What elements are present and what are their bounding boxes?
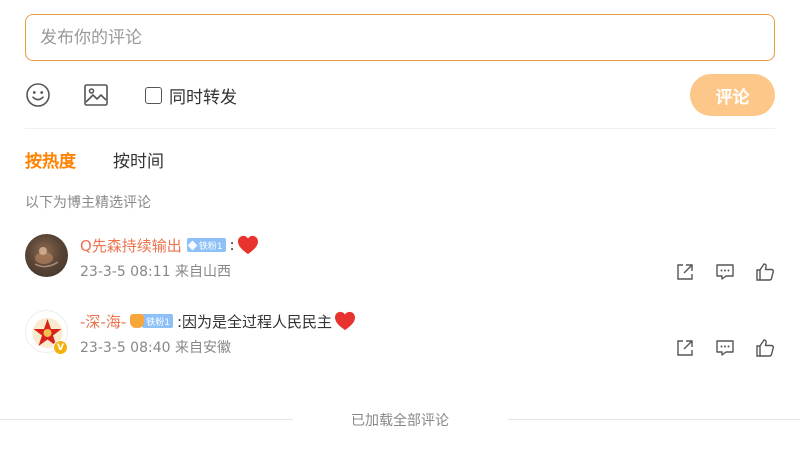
avatar-image-icon xyxy=(34,247,59,268)
comment-meta: 23-3-5 08:11 来自山西 xyxy=(80,264,231,280)
like-icon[interactable] xyxy=(755,262,775,282)
tab-sort-by-time[interactable]: 按时间 xyxy=(113,147,164,172)
comment-meta: 23-3-5 08:40 来自安徽 xyxy=(80,340,231,356)
tab-sort-by-hot[interactable]: 按热度 xyxy=(25,147,76,172)
share-icon[interactable] xyxy=(675,338,695,358)
avatar[interactable] xyxy=(25,234,68,277)
comment-username[interactable]: -深-海- xyxy=(80,311,126,332)
diamond-icon xyxy=(187,240,198,250)
repost-checkbox[interactable] xyxy=(145,87,162,104)
fan-badge-label: 铁粉1 xyxy=(142,314,173,328)
heart-icon xyxy=(237,235,258,255)
comment-text: :因为是全过程人民民主 xyxy=(176,312,333,331)
divider xyxy=(25,128,775,129)
fan-badge-label: 铁粉1 xyxy=(198,241,223,252)
comment-actions xyxy=(675,262,775,282)
selected-comments-note: 以下为博主精选评论 xyxy=(25,195,151,211)
fan-badge: 铁粉1 xyxy=(130,313,173,329)
sort-tabs: 按热度 按时间 xyxy=(25,147,164,172)
all-loaded-text: 已加载全部评论 xyxy=(351,413,449,429)
verified-badge-icon: V xyxy=(53,340,68,355)
repost-label: 同时转发 xyxy=(169,88,237,108)
comment-actions xyxy=(675,338,775,358)
comment-input[interactable] xyxy=(25,14,775,61)
heart-icon xyxy=(335,311,356,331)
share-icon[interactable] xyxy=(675,262,695,282)
emoji-icon[interactable] xyxy=(25,82,51,108)
repost-toggle[interactable]: 同时转发 xyxy=(145,83,237,108)
reply-icon[interactable] xyxy=(715,262,735,282)
submit-comment-button[interactable]: 评论 xyxy=(690,74,775,116)
fan-badge: 铁粉1 xyxy=(186,238,226,252)
composer-toolbar: 同时转发 评论 xyxy=(25,74,775,116)
comment-item: Q先森持续输出 铁粉1 : 23-3-5 08:11 来自山西 xyxy=(25,234,775,292)
image-icon[interactable] xyxy=(83,82,109,108)
comment-username[interactable]: Q先森持续输出 xyxy=(80,235,182,256)
like-icon[interactable] xyxy=(755,338,775,358)
reply-icon[interactable] xyxy=(715,338,735,358)
divider xyxy=(508,419,800,420)
comment-text: : xyxy=(229,236,235,254)
comment-item: V -深-海- 铁粉1 :因为是全过程人民民主 23-3-5 08:40 来自安… xyxy=(25,310,775,368)
crown-icon xyxy=(130,314,145,328)
comments-footer: 已加载全部评论 xyxy=(0,410,800,430)
